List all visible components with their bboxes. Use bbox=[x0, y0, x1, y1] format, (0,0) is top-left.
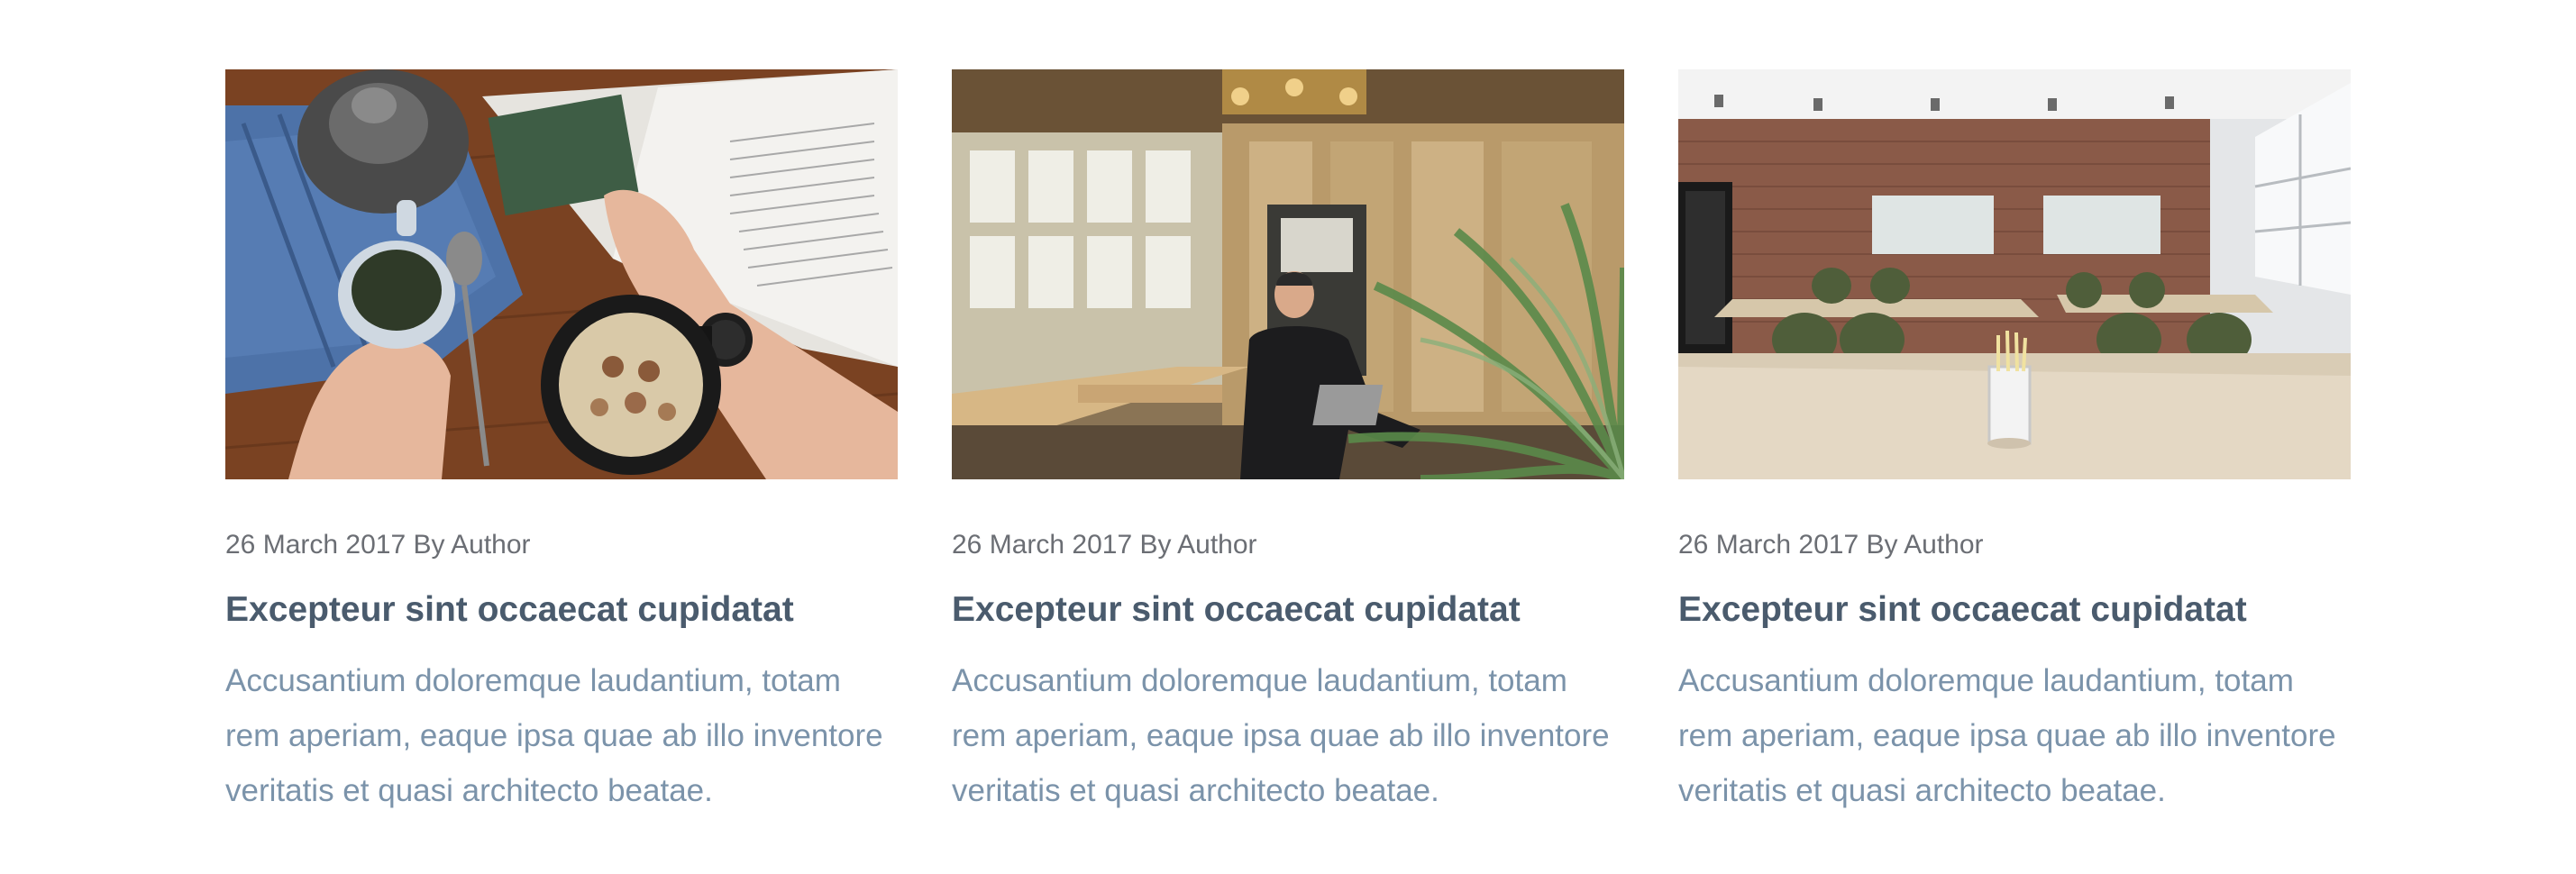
post-meta: 26 March 2017 By Author bbox=[225, 530, 531, 560]
blog-card: 26 March 2017 By Author Excepteur sint o… bbox=[952, 69, 1624, 818]
post-excerpt: Accusantium doloremque laudantium, totam… bbox=[225, 663, 883, 808]
post-thumbnail-meeting-room[interactable] bbox=[1678, 69, 2351, 479]
meeting-room-photo bbox=[1678, 69, 2351, 479]
post-thumbnail-breakfast[interactable] bbox=[225, 69, 898, 479]
post-title-link[interactable]: Excepteur sint occaecat cupidatat bbox=[952, 588, 1624, 632]
post-excerpt: Accusantium doloremque laudantium, totam… bbox=[1678, 663, 2336, 808]
cafe-interior-photo bbox=[952, 69, 1624, 479]
post-thumbnail-cafe[interactable] bbox=[952, 69, 1624, 479]
post-title-link[interactable]: Excepteur sint occaecat cupidatat bbox=[1678, 588, 2351, 632]
breakfast-photo bbox=[225, 69, 898, 479]
post-excerpt: Accusantium doloremque laudantium, totam… bbox=[952, 663, 1610, 808]
post-meta: 26 March 2017 By Author bbox=[1678, 530, 1984, 560]
blog-card: 26 March 2017 By Author Excepteur sint o… bbox=[1678, 69, 2351, 818]
blog-post-grid: 26 March 2017 By Author Excepteur sint o… bbox=[0, 0, 2576, 874]
post-meta: 26 March 2017 By Author bbox=[952, 530, 1257, 560]
post-title-link[interactable]: Excepteur sint occaecat cupidatat bbox=[225, 588, 898, 632]
blog-card: 26 March 2017 By Author Excepteur sint o… bbox=[225, 69, 898, 818]
